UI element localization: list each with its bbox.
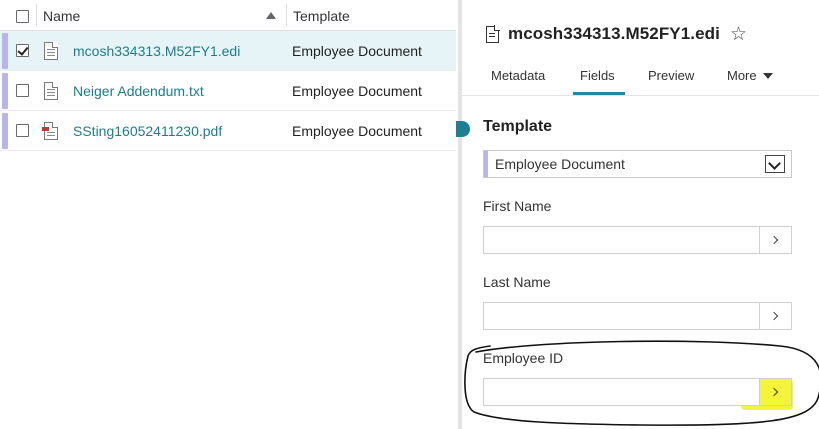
- first-name-label: First Name: [483, 198, 552, 214]
- table-row[interactable]: mcosh334313.M52FY1.edi Employee Document: [0, 31, 456, 71]
- document-icon: [486, 24, 500, 43]
- employee-id-input[interactable]: [484, 379, 760, 405]
- column-header-name[interactable]: Name: [43, 0, 283, 31]
- first-name-input[interactable]: [484, 227, 760, 253]
- row-checkbox[interactable]: [16, 44, 29, 57]
- tab-preview[interactable]: Preview: [648, 68, 694, 83]
- row-selection-bar: [2, 113, 8, 149]
- tab-more-label: More: [727, 68, 757, 83]
- row-checkbox[interactable]: [16, 124, 29, 137]
- section-marker: [456, 121, 470, 137]
- first-name-field: [483, 226, 792, 254]
- column-divider: [36, 4, 37, 26]
- document-title: mcosh334313.M52FY1.edi: [508, 24, 720, 43]
- section-title: Template: [483, 118, 553, 135]
- detail-tabs: Metadata Fields Preview More: [462, 60, 819, 96]
- column-header-template[interactable]: Template: [293, 0, 453, 31]
- active-tab-indicator: [573, 92, 625, 95]
- tab-more[interactable]: More: [727, 68, 773, 83]
- chevron-right-icon: [769, 235, 778, 245]
- tab-fields[interactable]: Fields: [580, 68, 615, 83]
- column-header-name-label: Name: [43, 7, 81, 24]
- file-name-link[interactable]: mcosh334313.M52FY1.edi: [73, 31, 240, 71]
- select-all-checkbox[interactable]: [16, 10, 29, 23]
- employee-id-label: Employee ID: [483, 350, 564, 366]
- file-template: Employee Document: [292, 43, 422, 59]
- last-name-field: [483, 302, 792, 330]
- detail-header: mcosh334313.M52FY1.edi ☆: [486, 20, 747, 48]
- template-select[interactable]: Employee Document: [483, 150, 792, 178]
- first-name-lookup-button[interactable]: [759, 227, 791, 253]
- row-checkbox[interactable]: [16, 84, 29, 97]
- row-selection-bar: [2, 73, 8, 109]
- employee-id-lookup-button[interactable]: [759, 379, 791, 405]
- last-name-label: Last Name: [483, 274, 551, 290]
- template-select-value: Employee Document: [495, 156, 625, 172]
- chevron-right-icon: [769, 387, 778, 397]
- table-row[interactable]: SSting16052411230.pdf Employee Document: [0, 111, 456, 151]
- star-icon[interactable]: ☆: [730, 25, 747, 44]
- document-icon: [44, 82, 58, 100]
- select-accent: [484, 151, 488, 177]
- file-name-link[interactable]: Neiger Addendum.txt: [73, 71, 204, 111]
- file-name-link[interactable]: SSting16052411230.pdf: [73, 111, 222, 151]
- last-name-lookup-button[interactable]: [759, 303, 791, 329]
- file-template: Employee Document: [292, 83, 422, 99]
- detail-pane: mcosh334313.M52FY1.edi ☆ Metadata Fields…: [456, 0, 819, 429]
- table-header: Name Template: [0, 0, 456, 31]
- caret-down-icon: [762, 73, 773, 79]
- tab-metadata[interactable]: Metadata: [491, 68, 545, 83]
- column-header-template-label: Template: [293, 7, 350, 24]
- last-name-input[interactable]: [484, 303, 760, 329]
- document-icon: [44, 42, 58, 60]
- pdf-document-icon: [42, 122, 58, 140]
- chevron-down-icon[interactable]: [765, 155, 785, 173]
- sort-ascending-icon[interactable]: [266, 12, 276, 19]
- chevron-right-icon: [769, 311, 778, 321]
- row-selection-bar: [2, 33, 8, 69]
- employee-id-field: [483, 378, 792, 406]
- file-template: Employee Document: [292, 123, 422, 139]
- file-list-pane: Name Template mcosh334313.M52FY1.edi Emp…: [0, 0, 456, 429]
- table-row[interactable]: Neiger Addendum.txt Employee Document: [0, 71, 456, 111]
- column-divider: [286, 4, 287, 26]
